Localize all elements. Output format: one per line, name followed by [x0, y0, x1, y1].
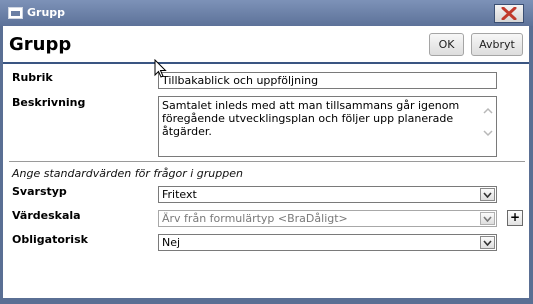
title-bar[interactable]: Grupp — [0, 0, 533, 26]
mouse-pointer-icon — [154, 59, 167, 78]
chevron-down-icon — [480, 212, 495, 225]
chevron-down-icon[interactable] — [480, 236, 495, 249]
chevron-down-icon[interactable] — [480, 188, 495, 201]
dialog-window: Grupp Grupp OK Avbryt Rubrik Tillbakabli… — [0, 0, 533, 304]
rubrik-label: Rubrik — [12, 71, 53, 84]
section-divider — [9, 161, 525, 162]
cancel-button[interactable]: Avbryt — [471, 33, 523, 56]
window-app-icon — [8, 7, 23, 19]
svarstyp-value: Fritext — [162, 188, 197, 201]
obligatorisk-label: Obligatorisk — [12, 233, 88, 246]
dialog-header: Grupp OK Avbryt — [3, 26, 529, 62]
obligatorisk-select[interactable]: Nej — [158, 234, 497, 251]
vardeskala-value: Ärv från formulärtyp <BraDåligt> — [162, 212, 348, 225]
header-divider — [3, 62, 529, 64]
section-heading: Ange standardvärden för frågor i gruppen — [12, 167, 243, 180]
window-title: Grupp — [27, 6, 66, 19]
beskrivning-label: Beskrivning — [12, 96, 86, 109]
page-title: Grupp — [9, 34, 72, 55]
rubrik-input[interactable]: Tillbakablick och uppföljning — [158, 72, 497, 89]
obligatorisk-value: Nej — [162, 236, 181, 249]
dialog-content: Grupp OK Avbryt Rubrik Tillbakablick och… — [3, 26, 529, 298]
close-x-icon — [501, 7, 517, 20]
beskrivning-text: Samtalet inleds med att man tillsammans … — [162, 99, 460, 138]
scroll-arrows-icon[interactable] — [482, 107, 494, 137]
svarstyp-label: Svarstyp — [12, 185, 67, 198]
ok-button[interactable]: OK — [429, 33, 464, 56]
add-scale-button[interactable]: + — [507, 210, 523, 226]
beskrivning-textarea[interactable]: Samtalet inleds med att man tillsammans … — [158, 96, 497, 157]
vardeskala-label: Värdeskala — [12, 209, 81, 222]
svarstyp-select[interactable]: Fritext — [158, 186, 497, 203]
close-button[interactable] — [494, 4, 524, 23]
vardeskala-select: Ärv från formulärtyp <BraDåligt> — [158, 210, 497, 227]
